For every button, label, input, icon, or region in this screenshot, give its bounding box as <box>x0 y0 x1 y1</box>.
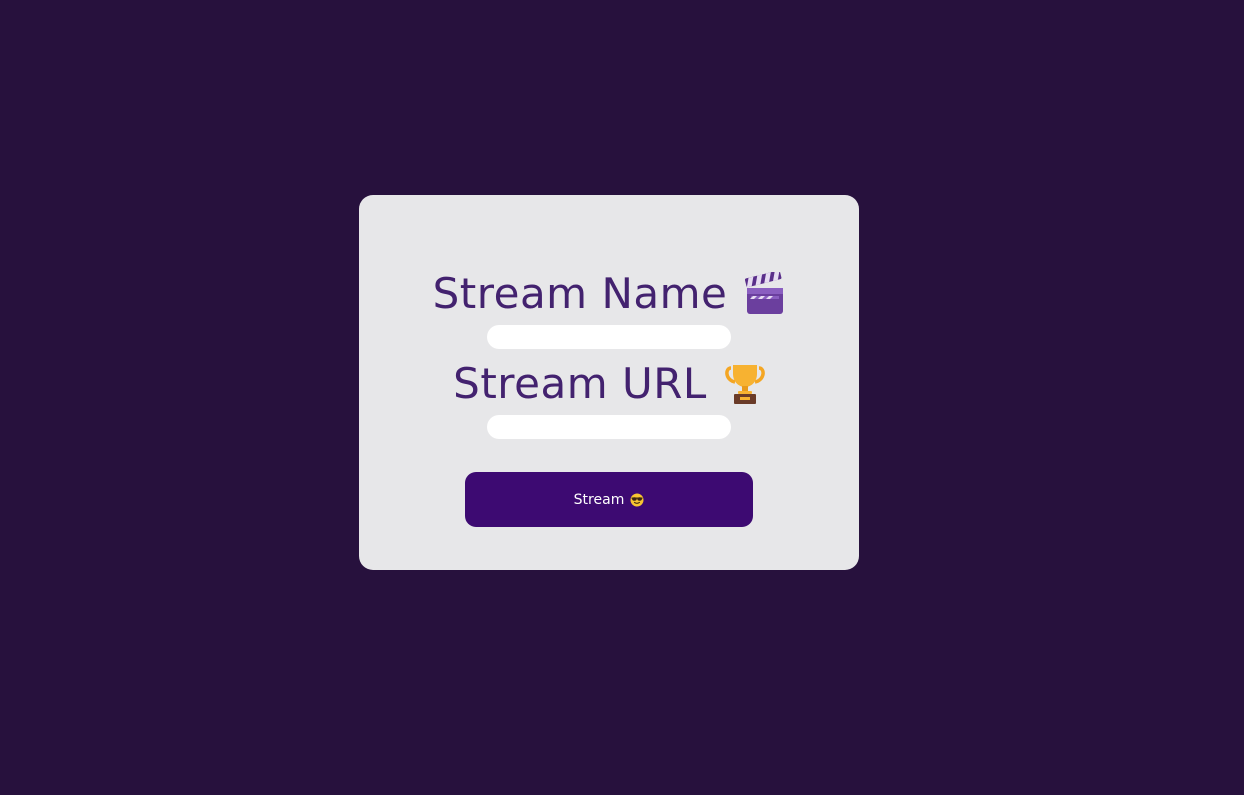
stream-name-label: Stream Name <box>432 269 728 318</box>
stream-button[interactable]: Stream <box>465 472 753 527</box>
clapper-board-icon <box>745 270 785 316</box>
stream-url-label: Stream URL <box>453 359 707 408</box>
stream-url-input[interactable] <box>487 415 731 439</box>
stream-name-label-row: Stream Name <box>359 269 859 318</box>
stream-url-label-row: Stream URL <box>359 361 859 407</box>
smiling-face-with-sunglasses-icon <box>630 493 644 507</box>
stream-button-label: Stream <box>573 491 625 508</box>
stream-form-card: Stream Name Stream URL Stream <box>359 195 859 570</box>
stream-name-input[interactable] <box>487 325 731 349</box>
trophy-icon <box>725 362 765 406</box>
